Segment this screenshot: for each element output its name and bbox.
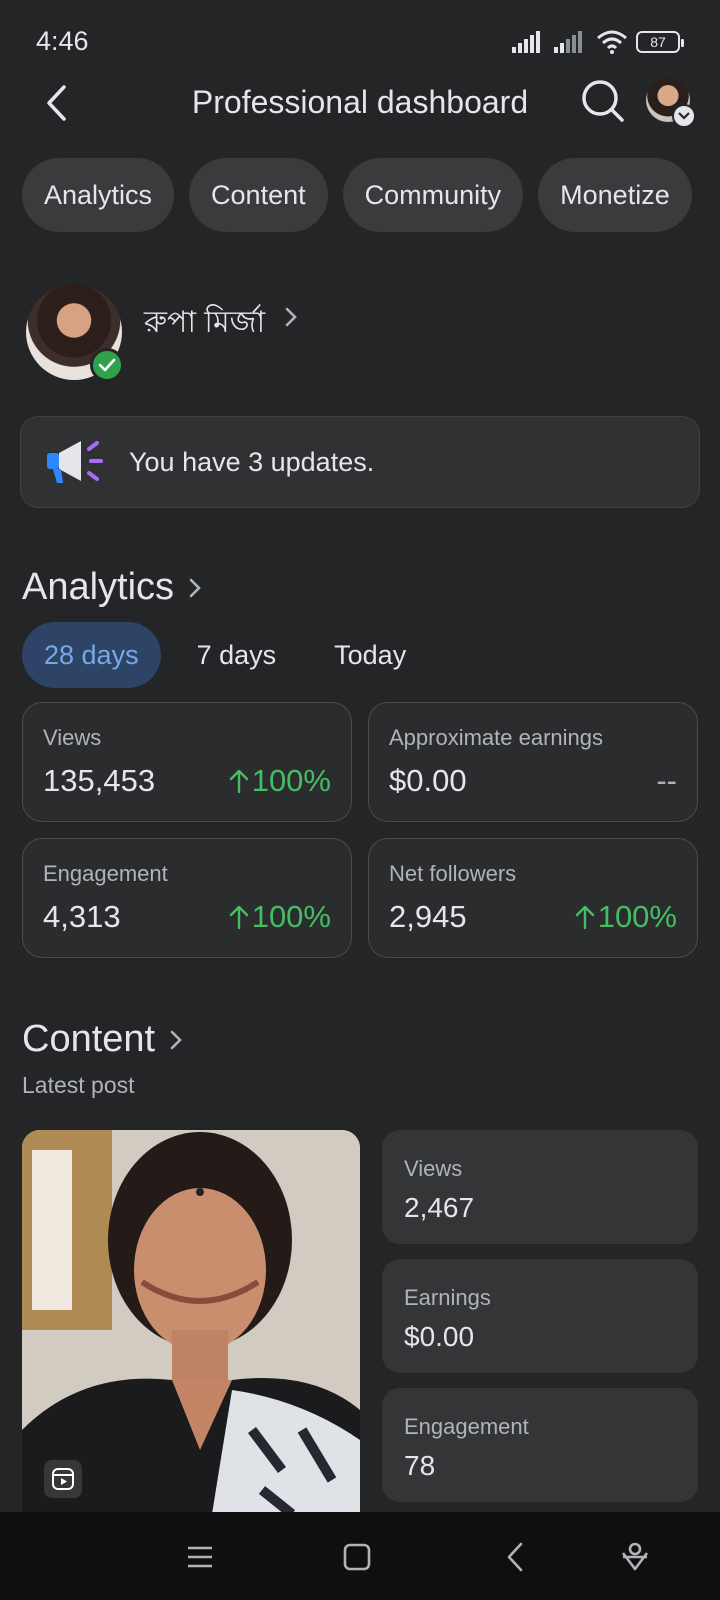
updates-card[interactable]: You have 3 updates.	[20, 416, 700, 508]
range-7-days[interactable]: 7 days	[175, 622, 299, 688]
stat-card-views[interactable]: Views 135,453 100%	[22, 702, 352, 822]
system-nav-bar	[0, 1512, 720, 1600]
search-button[interactable]	[580, 78, 626, 124]
nav-menu-button[interactable]	[175, 1532, 225, 1582]
range-today[interactable]: Today	[312, 622, 428, 688]
post-stat-value: 78	[404, 1450, 436, 1481]
nav-home-button[interactable]	[332, 1532, 382, 1582]
post-stat-earnings[interactable]: Earnings $0.00	[382, 1259, 698, 1373]
stat-card-engagement[interactable]: Engagement 4,313 100%	[22, 838, 352, 958]
stat-change-value: 100%	[251, 899, 331, 934]
menu-icon	[188, 1546, 212, 1568]
content-heading[interactable]: Content	[22, 1018, 183, 1061]
latest-post-label: Latest post	[22, 1072, 135, 1098]
arrow-up-icon	[229, 905, 248, 930]
updates-text: You have 3 updates.	[129, 446, 375, 477]
stat-value: $0.00	[389, 763, 467, 798]
stat-label: Approximate earnings	[389, 725, 604, 750]
wifi-icon	[597, 30, 627, 54]
status-icons: 87	[512, 28, 684, 56]
arrow-up-icon	[575, 905, 594, 930]
post-stat-label: Views	[404, 1156, 463, 1181]
analytics-heading[interactable]: Analytics	[22, 566, 202, 609]
latest-post-thumbnail[interactable]	[22, 1130, 360, 1514]
stat-change-value: 100%	[597, 899, 677, 934]
stat-change-value: 100%	[251, 763, 331, 798]
post-stat-value: 2,467	[404, 1192, 475, 1223]
stat-value: 135,453	[43, 763, 156, 798]
battery-level: 87	[650, 34, 666, 50]
chevron-left-icon	[507, 1542, 523, 1572]
cellular-signal-2-icon	[554, 31, 582, 53]
stat-change: --	[656, 763, 677, 799]
dashboard-tabs: Analytics Content Community Monetize	[22, 158, 692, 232]
chevron-right-icon	[189, 578, 201, 597]
header: Professional dashboard	[0, 78, 720, 128]
stat-label: Views	[43, 725, 102, 750]
date-range-tabs: 28 days 7 days Today	[22, 622, 442, 688]
post-image	[22, 1130, 360, 1514]
profile-name: রুপা মির্জা	[144, 306, 266, 339]
tab-analytics[interactable]: Analytics	[22, 158, 175, 232]
nav-back-button[interactable]	[490, 1532, 540, 1582]
post-stat-views[interactable]: Views 2,467	[382, 1130, 698, 1244]
stat-change-value: --	[656, 763, 677, 798]
range-28-days[interactable]: 28 days	[22, 622, 161, 688]
post-stat-label: Earnings	[404, 1285, 491, 1310]
status-bar: 4:46 87	[0, 0, 720, 80]
tab-community[interactable]: Community	[342, 158, 524, 232]
post-stat-value: $0.00	[404, 1321, 475, 1352]
check-icon	[90, 348, 124, 382]
tab-monetize[interactable]: Monetize	[538, 158, 692, 232]
stat-card-earnings[interactable]: Approximate earnings $0.00 --	[368, 702, 698, 822]
post-stat-engagement[interactable]: Engagement 78	[382, 1388, 698, 1502]
search-icon	[582, 80, 624, 122]
nav-assistant-button[interactable]	[610, 1532, 660, 1582]
stat-change: 100%	[228, 899, 331, 935]
stat-change: 100%	[228, 763, 331, 799]
megaphone-icon	[47, 441, 103, 483]
stat-change: 100%	[574, 899, 677, 935]
chevron-right-icon	[170, 1030, 182, 1049]
post-stat-label: Engagement	[404, 1414, 529, 1439]
battery-icon: 87	[636, 31, 684, 53]
stat-label: Engagement	[43, 861, 168, 886]
assistant-icon	[621, 1542, 649, 1571]
analytics-title: Analytics	[22, 566, 175, 608]
stat-value: 4,313	[43, 899, 121, 934]
content-title: Content	[22, 1018, 156, 1060]
account-switcher[interactable]	[646, 78, 696, 128]
chevron-down-icon	[672, 104, 696, 128]
arrow-up-icon	[229, 769, 248, 794]
reel-icon	[44, 1460, 82, 1498]
chevron-right-icon	[285, 307, 297, 327]
tab-content[interactable]: Content	[189, 158, 328, 232]
stat-card-net-followers[interactable]: Net followers 2,945 100%	[368, 838, 698, 958]
status-time: 4:46	[36, 26, 89, 56]
cellular-signal-icon	[512, 31, 540, 53]
stat-value: 2,945	[389, 899, 467, 934]
square-icon	[343, 1543, 371, 1571]
stat-label: Net followers	[389, 861, 517, 886]
